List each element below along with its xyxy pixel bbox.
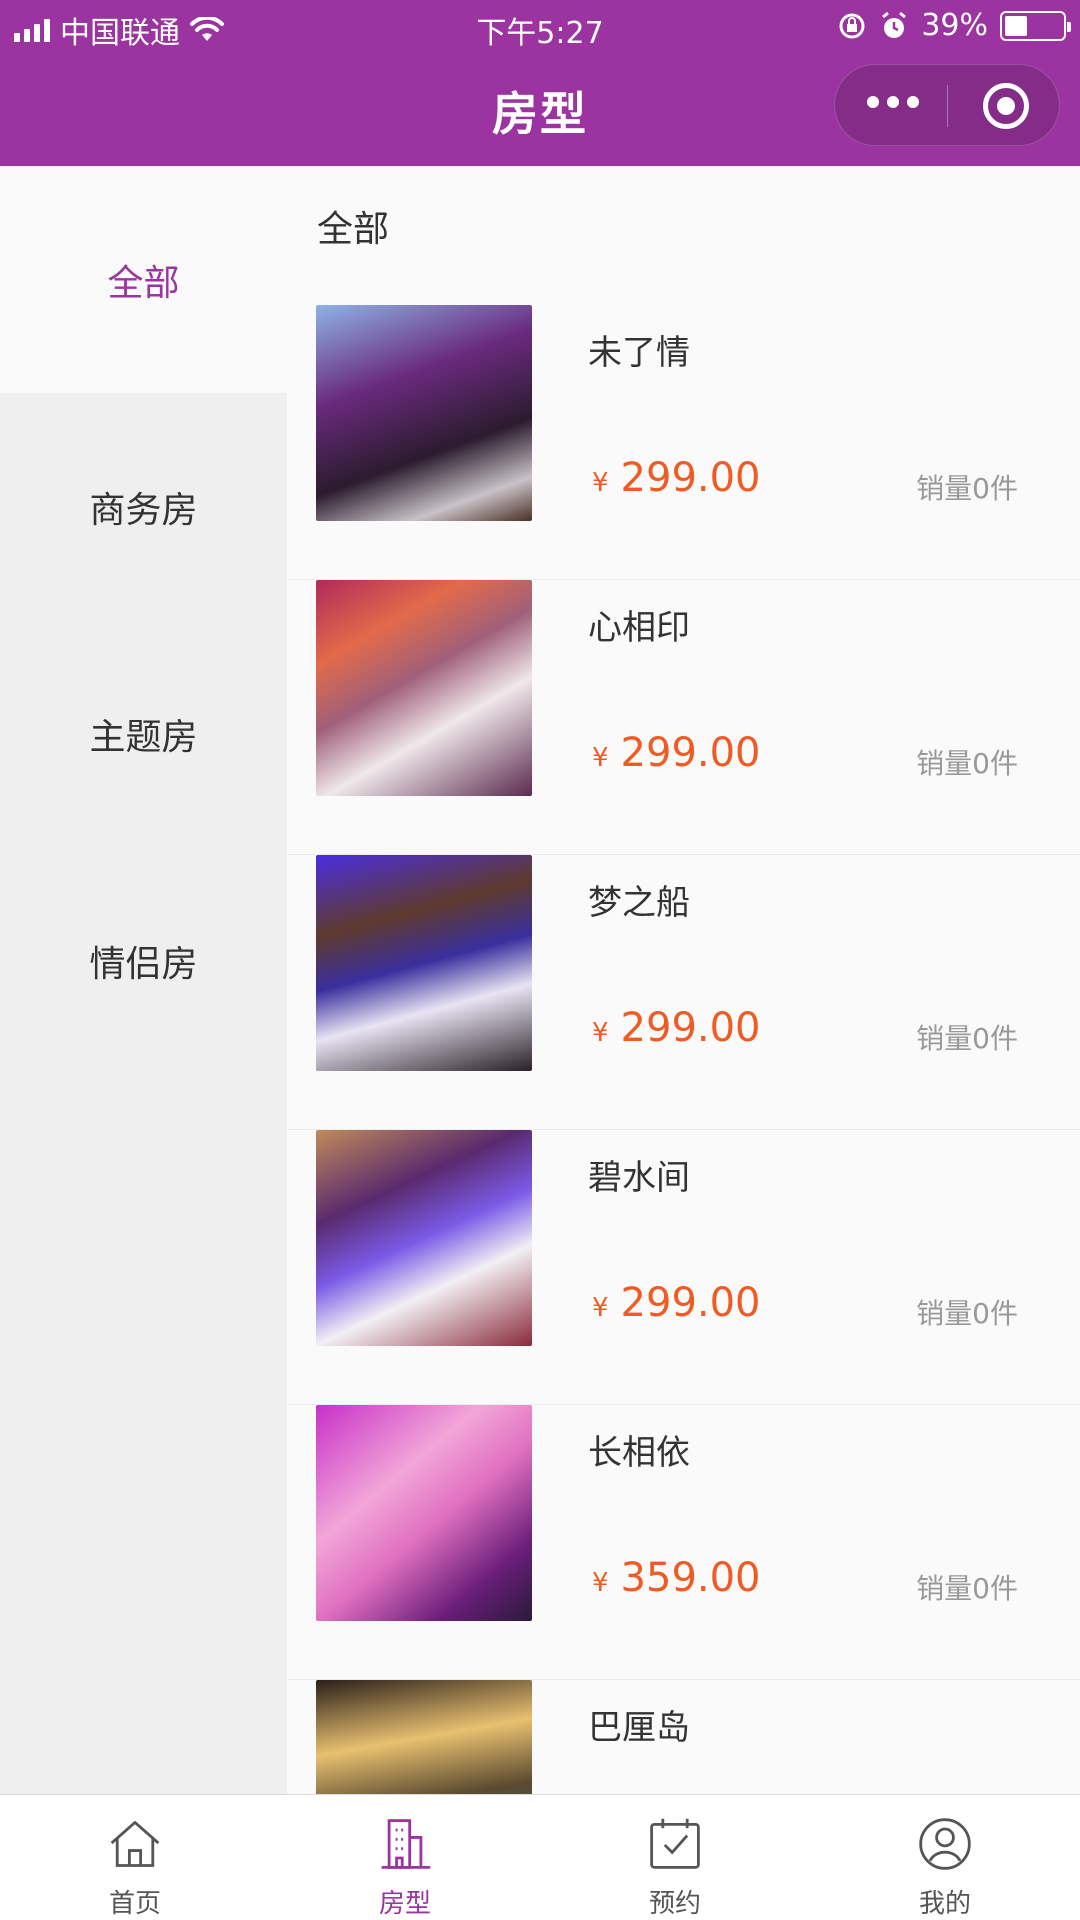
room-card[interactable]: 巴厘岛 bbox=[287, 1680, 1080, 1796]
room-price: ¥299.00 bbox=[592, 730, 761, 776]
currency-symbol: ¥ bbox=[592, 1293, 609, 1323]
room-price: ¥299.00 bbox=[592, 455, 761, 501]
tab-mine[interactable]: 我的 bbox=[810, 1795, 1080, 1920]
capsule-divider bbox=[947, 85, 948, 127]
user-icon bbox=[919, 1818, 971, 1870]
room-name: 碧水间 bbox=[588, 1158, 690, 1198]
room-card[interactable]: 长相依 ¥359.00 销量0件 bbox=[287, 1405, 1080, 1680]
sidebar-item-all[interactable]: 全部 bbox=[0, 166, 287, 393]
tab-booking[interactable]: 预约 bbox=[540, 1795, 810, 1920]
room-name: 巴厘岛 bbox=[588, 1708, 690, 1748]
currency-symbol: ¥ bbox=[592, 1018, 609, 1048]
room-photo bbox=[316, 1130, 532, 1346]
section-title: 全部 bbox=[317, 209, 390, 250]
sidebar-item-business[interactable]: 商务房 bbox=[0, 393, 287, 620]
price-value: 299.00 bbox=[620, 1280, 761, 1326]
room-name: 梦之船 bbox=[588, 883, 690, 923]
room-price: ¥359.00 bbox=[592, 1555, 761, 1601]
category-sidebar: 全部 商务房 主题房 情侣房 bbox=[0, 166, 287, 1796]
price-value: 299.00 bbox=[620, 1005, 761, 1051]
room-name: 未了情 bbox=[588, 333, 690, 373]
room-photo bbox=[316, 305, 532, 521]
tab-label: 首页 bbox=[108, 1889, 161, 1919]
battery-icon bbox=[1000, 10, 1071, 41]
more-menu-button[interactable] bbox=[867, 96, 919, 108]
tab-room-types[interactable]: 房型 bbox=[270, 1795, 540, 1920]
room-sales: 销量0件 bbox=[916, 1297, 1018, 1330]
room-list: 全部 未了情 ¥299.00 销量0件 心相印 ¥299.00 销量0件 梦之船… bbox=[287, 166, 1080, 1796]
room-price: ¥299.00 bbox=[592, 1280, 761, 1326]
room-card[interactable]: 梦之船 ¥299.00 销量0件 bbox=[287, 855, 1080, 1130]
room-card[interactable]: 未了情 ¥299.00 销量0件 bbox=[287, 305, 1080, 580]
home-icon bbox=[110, 1821, 160, 1867]
room-sales: 销量0件 bbox=[916, 1022, 1018, 1055]
price-value: 299.00 bbox=[620, 455, 761, 501]
building-icon bbox=[381, 1819, 431, 1869]
currency-symbol: ¥ bbox=[592, 468, 609, 498]
price-value: 359.00 bbox=[620, 1555, 761, 1601]
room-photo bbox=[316, 855, 532, 1071]
tab-bar: 首页 房型 预约 我的 bbox=[0, 1794, 1080, 1920]
battery-percent: 39% bbox=[921, 8, 988, 43]
tab-home[interactable]: 首页 bbox=[0, 1795, 270, 1920]
currency-symbol: ¥ bbox=[592, 743, 609, 773]
mini-program-capsule bbox=[834, 64, 1060, 146]
room-card[interactable]: 碧水间 ¥299.00 销量0件 bbox=[287, 1130, 1080, 1405]
alarm-icon bbox=[882, 11, 907, 38]
room-sales: 销量0件 bbox=[916, 747, 1018, 780]
sidebar-item-couple[interactable]: 情侣房 bbox=[0, 847, 287, 1074]
room-sales: 销量0件 bbox=[916, 472, 1018, 505]
currency-symbol: ¥ bbox=[592, 1568, 609, 1598]
sidebar-item-theme[interactable]: 主题房 bbox=[0, 620, 287, 847]
status-bar: 中国联通 下午5:27 39% bbox=[0, 0, 1080, 54]
close-mini-program-button[interactable] bbox=[983, 83, 1029, 129]
tab-label: 房型 bbox=[378, 1889, 431, 1919]
room-photo bbox=[316, 1680, 532, 1796]
room-name: 长相依 bbox=[588, 1433, 690, 1473]
room-name: 心相印 bbox=[588, 608, 690, 648]
price-value: 299.00 bbox=[620, 730, 761, 776]
room-sales: 销量0件 bbox=[916, 1572, 1018, 1605]
room-photo bbox=[316, 580, 532, 796]
rotation-lock-icon bbox=[839, 13, 865, 38]
room-photo bbox=[316, 1405, 532, 1621]
calendar-check-icon bbox=[650, 1818, 700, 1869]
room-card[interactable]: 心相印 ¥299.00 销量0件 bbox=[287, 580, 1080, 855]
tab-label: 预约 bbox=[648, 1889, 701, 1919]
nav-bar: 房型 bbox=[0, 54, 1080, 166]
tab-label: 我的 bbox=[918, 1889, 971, 1919]
room-price: ¥299.00 bbox=[592, 1005, 761, 1051]
status-right: 39% bbox=[837, 8, 1071, 43]
